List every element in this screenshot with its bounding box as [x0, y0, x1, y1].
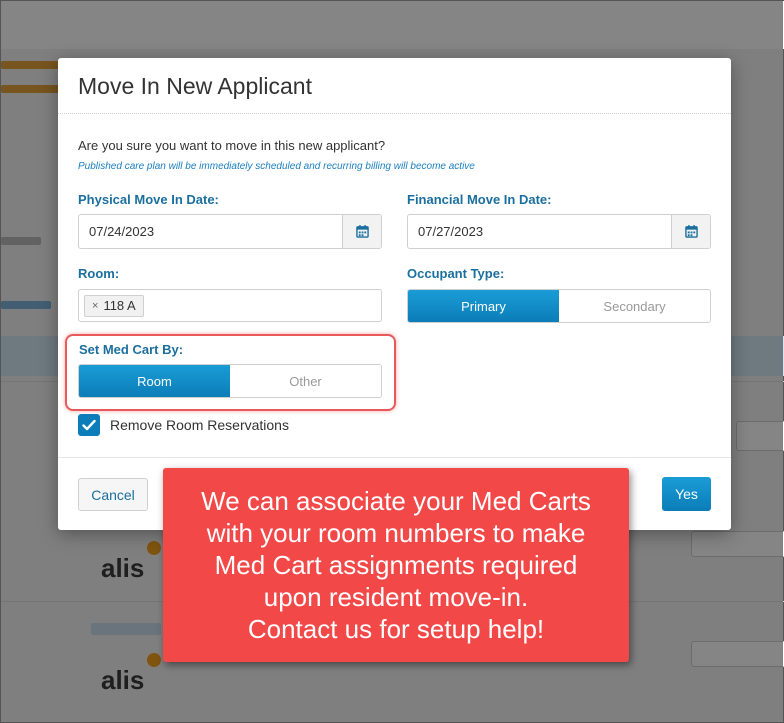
tag-remove-icon[interactable]: × [92, 296, 98, 316]
move-in-modal: Move In New Applicant Are you sure you w… [58, 58, 731, 530]
med-cart-label: Set Med Cart By: [79, 342, 184, 357]
financial-move-in-value[interactable]: 07/27/2023 [408, 215, 671, 248]
calendar-icon[interactable] [671, 215, 710, 248]
confirmation-note: Published care plan will be immediately … [78, 161, 475, 172]
occupant-type-toggle: Primary Secondary [407, 289, 711, 323]
modal-header: Move In New Applicant [58, 58, 731, 114]
med-cart-room[interactable]: Room [79, 365, 230, 397]
occupant-type-label: Occupant Type: [407, 266, 505, 281]
yes-button[interactable]: Yes [662, 477, 711, 511]
occupant-type-primary[interactable]: Primary [408, 290, 559, 322]
callout-text: We can associate your Med Carts with you… [201, 486, 591, 644]
occupant-type-secondary[interactable]: Secondary [559, 290, 710, 322]
remove-reservations-row[interactable]: Remove Room Reservations [78, 414, 289, 436]
modal-body: Are you sure you want to move in this ne… [58, 114, 731, 459]
confirmation-question: Are you sure you want to move in this ne… [78, 138, 386, 153]
med-cart-other[interactable]: Other [230, 365, 381, 397]
remove-reservations-label: Remove Room Reservations [110, 417, 289, 433]
physical-move-in-field[interactable]: 07/24/2023 [78, 214, 382, 249]
room-select[interactable]: × 118 A [78, 289, 382, 322]
cancel-button[interactable]: Cancel [78, 478, 148, 511]
room-tag: × 118 A [84, 295, 144, 317]
info-callout: We can associate your Med Carts with you… [163, 468, 629, 662]
financial-move-in-label: Financial Move In Date: [407, 192, 552, 207]
checkbox-checked-icon[interactable] [78, 414, 100, 436]
room-tag-value: 118 A [103, 298, 136, 313]
physical-move-in-label: Physical Move In Date: [78, 192, 219, 207]
room-label: Room: [78, 266, 120, 281]
financial-move-in-field[interactable]: 07/27/2023 [407, 214, 711, 249]
med-cart-toggle: Room Other [78, 364, 382, 398]
calendar-icon[interactable] [342, 215, 381, 248]
physical-move-in-value[interactable]: 07/24/2023 [79, 215, 342, 248]
modal-title: Move In New Applicant [78, 73, 312, 99]
